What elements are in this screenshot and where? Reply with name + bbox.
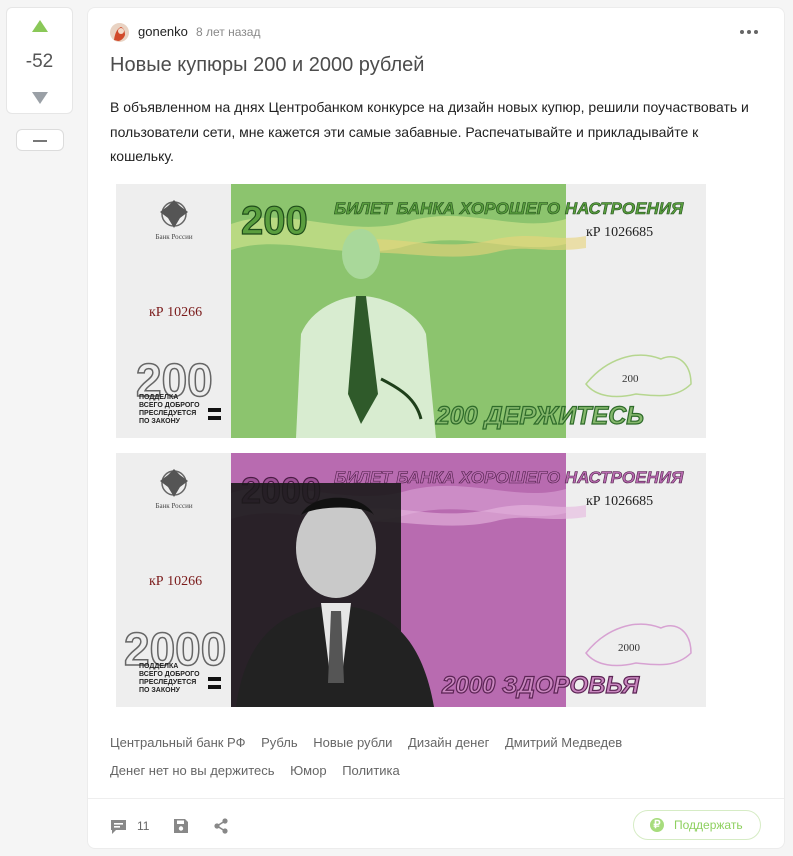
post-card: gonenko 8 лет назад Новые купюры 200 и 2… <box>87 7 785 849</box>
support-label: Поддержать <box>674 818 743 832</box>
note-slogan: 200 ДЕРЖИТЕСЬ <box>435 402 644 430</box>
tag-list: Центральный банк РФ Рубль Новые рубли Ди… <box>110 729 750 785</box>
tag-link[interactable]: Политика <box>342 757 400 785</box>
more-options-icon[interactable] <box>740 30 758 35</box>
comments-icon[interactable] <box>110 819 127 835</box>
tag-link[interactable]: Дизайн денег <box>408 729 489 757</box>
share-icon[interactable] <box>214 818 228 834</box>
post-text: В объявленном на днях Центробанком конку… <box>110 99 749 164</box>
save-icon[interactable] <box>174 819 188 833</box>
tag-link[interactable]: Дмитрий Медведев <box>505 729 622 757</box>
serial-number: кР 1026685 <box>586 225 653 240</box>
watermark-value: 200 <box>622 373 639 385</box>
tag-link[interactable]: Юмор <box>290 757 326 785</box>
minus-icon <box>33 140 47 142</box>
rating-box: -52 <box>6 7 73 114</box>
upvote-icon[interactable] <box>32 20 48 32</box>
avatar[interactable] <box>110 23 129 42</box>
note-slogan: 2000 ЗДОРОВЬЯ <box>441 672 640 699</box>
bank-label: Банк России <box>155 502 192 510</box>
tag-link[interactable]: Рубль <box>261 729 298 757</box>
serial-number-left: кР 10266 <box>149 305 202 320</box>
downvote-icon[interactable] <box>32 92 48 104</box>
denomination-big: 200 <box>241 199 308 243</box>
banknote-200-image: Банк России 200 БИЛЕТ БАНКА ХОРОШЕГО НАС… <box>116 184 706 438</box>
serial-number-left: кР 10266 <box>149 574 202 589</box>
tag-link[interactable]: Центральный банк РФ <box>110 729 245 757</box>
collapse-button[interactable] <box>16 129 64 151</box>
tag-link[interactable]: Денег нет но вы держитесь <box>110 757 275 785</box>
post-footer: 11 ₽ Поддержать <box>88 798 784 849</box>
tag-link[interactable]: Новые рубли <box>313 729 392 757</box>
comments-count[interactable]: 11 <box>137 819 149 833</box>
serial-number: кР 1026685 <box>586 494 653 509</box>
bank-label: Банк России <box>155 233 192 241</box>
post-title[interactable]: Новые купюры 200 и 2000 рублей <box>110 54 424 77</box>
post-time: 8 лет назад <box>196 25 261 39</box>
watermark-value: 2000 <box>618 642 641 654</box>
rating-score: -52 <box>25 51 54 72</box>
support-button[interactable]: ₽ Поддержать <box>633 810 761 840</box>
note-header: БИЛЕТ БАНКА ХОРОШЕГО НАСТРОЕНИЯ <box>334 199 684 218</box>
banknote-2000-image: Банк России 2000 БИЛЕТ БАНКА ХОРОШЕГО НА… <box>116 453 706 707</box>
ruble-icon: ₽ <box>650 818 664 832</box>
author-name[interactable]: gonenko <box>138 24 188 39</box>
